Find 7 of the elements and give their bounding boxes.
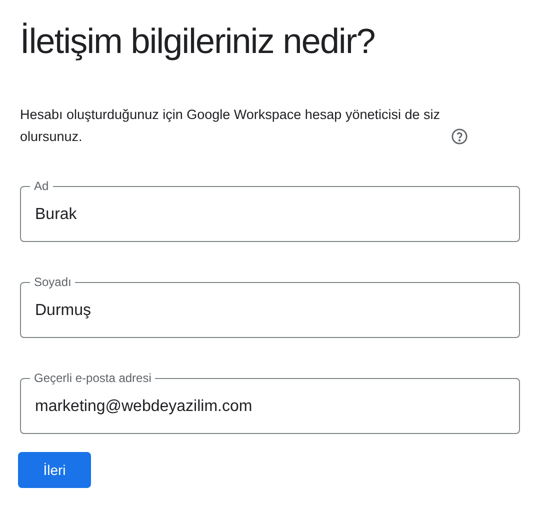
field-label: Soyadı [30, 275, 76, 289]
field-label: Geçerli e-posta adresi [30, 371, 156, 385]
next-button[interactable]: İleri [18, 452, 91, 488]
help-icon[interactable] [451, 128, 468, 145]
page-title: İletişim bilgileriniz nedir? [20, 21, 375, 63]
description-text: Hesabı oluşturduğunuz için Google Workspace hesap yöneticisi de siz olursunuz. [20, 106, 441, 146]
field-label: Ad [30, 179, 53, 193]
